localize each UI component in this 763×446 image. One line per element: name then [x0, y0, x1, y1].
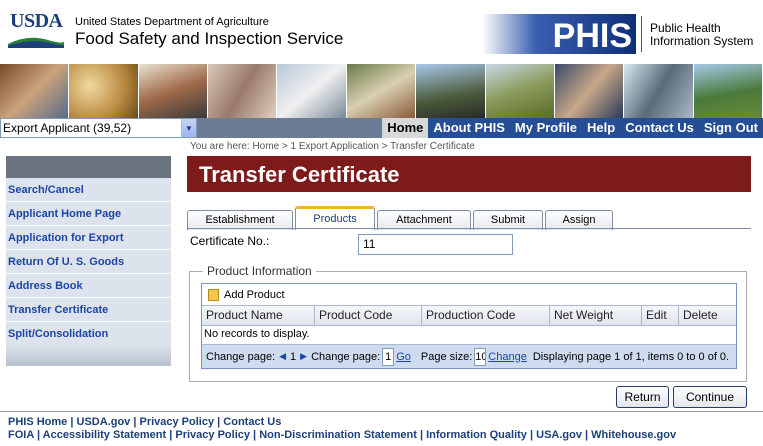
column-header-product-name[interactable]: Product Name — [202, 306, 315, 325]
tab-submit[interactable]: Submit — [473, 210, 543, 230]
banner-photo — [69, 64, 139, 118]
certificate-input[interactable]: 11 — [358, 234, 513, 255]
pager-go-link[interactable]: Go — [396, 351, 411, 363]
breadcrumb: You are here: Home > 1 Export Applicatio… — [190, 141, 475, 152]
sidebar-item-applicant-home[interactable]: Applicant Home Page — [6, 202, 171, 226]
product-grid: Add Product Product Name Product Code Pr… — [201, 283, 737, 369]
footer-links-primary: PHIS Home | USDA.gov | Privacy Policy | … — [8, 416, 282, 428]
certificate-label: Certificate No.: — [190, 234, 270, 248]
sidebar-header — [6, 156, 171, 178]
sidebar-item-address-book[interactable]: Address Book — [6, 274, 171, 298]
nav-signout[interactable]: Sign Out — [699, 118, 763, 138]
usda-logo[interactable]: USDA — [10, 10, 63, 33]
tab-assign[interactable]: Assign — [545, 210, 613, 230]
continue-button[interactable]: Continue — [673, 386, 747, 408]
grid-empty-message: No records to display. — [204, 328, 310, 340]
column-header-edit[interactable]: Edit — [642, 306, 679, 325]
nav-about[interactable]: About PHIS — [428, 118, 510, 138]
nav-row: Export Applicant (39,52) ▼ Home About PH… — [0, 118, 763, 138]
banner-photo — [208, 64, 278, 118]
pager-status: Displaying page 1 of 1, items 0 to 0 of … — [532, 350, 730, 363]
banner-photo — [554, 64, 625, 118]
sidebar-footer — [6, 344, 171, 366]
sidebar-item-search-cancel[interactable]: Search/Cancel — [6, 178, 171, 202]
tab-attachment[interactable]: Attachment — [377, 210, 471, 230]
banner-photo — [416, 64, 486, 118]
chevron-down-icon[interactable]: ▼ — [181, 119, 196, 137]
nav-profile[interactable]: My Profile — [510, 118, 582, 138]
product-info-legend: Product Information — [203, 264, 316, 278]
banner-photo — [485, 64, 555, 118]
footer-link-contact[interactable]: Contact Us — [223, 416, 281, 428]
banner-photo — [138, 64, 209, 118]
footer-link-usa-gov[interactable]: USA.gov — [536, 429, 582, 441]
footer-link-usda[interactable]: USDA.gov — [77, 416, 131, 428]
sidebar-item-transfer-certificate[interactable]: Transfer Certificate — [6, 298, 171, 322]
applicant-select-value: Export Applicant (39,52) — [3, 121, 132, 135]
banner-photo — [0, 64, 70, 118]
footer-link-privacy[interactable]: Privacy Policy — [139, 416, 214, 428]
department-name: United States Department of Agriculture — [75, 16, 269, 28]
column-header-delete[interactable]: Delete — [679, 306, 736, 325]
site-header: USDA United States Department of Agricul… — [0, 0, 763, 64]
banner-photo — [693, 64, 763, 118]
footer-link-privacy-policy[interactable]: Privacy Policy — [175, 429, 250, 441]
pager-prev-icon[interactable]: ◀ — [279, 351, 286, 362]
grid-pager: Change page: ◀ 1 ▶ Change page: 1 Go Pag… — [202, 344, 736, 368]
sidebar-item-application-export[interactable]: Application for Export — [6, 226, 171, 250]
add-product-button[interactable]: Add Product — [224, 289, 285, 301]
grid-header: Product Name Product Code Production Cod… — [202, 305, 736, 326]
column-header-net-weight[interactable]: Net Weight — [550, 306, 642, 325]
main-nav: Home About PHIS My Profile Help Contact … — [197, 118, 763, 138]
pager-next-icon[interactable]: ▶ — [300, 351, 307, 362]
tab-establishment[interactable]: Establishment — [187, 210, 293, 230]
footer-link-whitehouse[interactable]: Whitehouse.gov — [591, 429, 676, 441]
return-button[interactable]: Return — [616, 386, 669, 408]
sidebar-item-return-goods[interactable]: Return Of U. S. Goods — [6, 250, 171, 274]
pager-page-input[interactable]: 1 — [382, 347, 395, 366]
footer-link-accessibility[interactable]: Accessibility Statement — [43, 429, 167, 441]
banner-photo — [346, 64, 417, 118]
pager-page-size-label: Page size: — [420, 350, 473, 363]
sidebar-item-split-consolidation[interactable]: Split/Consolidation — [6, 322, 171, 346]
agency-name: Food Safety and Inspection Service — [75, 29, 344, 48]
footer-link-foia[interactable]: FOIA — [8, 429, 34, 441]
banner-photo — [624, 64, 694, 118]
pager-change-page-label2: Change page: — [311, 350, 381, 363]
phis-name-line2: Information System — [650, 34, 754, 48]
phis-logo[interactable]: PHIS — [482, 14, 636, 54]
pager-change-page-label: Change page: — [206, 350, 276, 363]
footer-link-non-discrimination[interactable]: Non-Discrimination Statement — [259, 429, 417, 441]
pager-page-number[interactable]: 1 — [290, 351, 296, 363]
banner-photo — [277, 64, 347, 118]
phis-logo-text: PHIS — [553, 17, 632, 54]
footer-link-information-quality[interactable]: Information Quality — [426, 429, 527, 441]
photo-banner — [0, 64, 763, 118]
tab-strip: Establishment Products Attachment Submit… — [187, 206, 615, 230]
column-header-production-code[interactable]: Production Code — [422, 306, 550, 325]
grid-toolbar: Add Product — [202, 284, 736, 305]
nav-contact[interactable]: Contact Us — [620, 118, 699, 138]
page-title: Transfer Certificate — [187, 156, 751, 192]
column-header-product-code[interactable]: Product Code — [315, 306, 422, 325]
tab-underline — [187, 228, 751, 229]
phis-full-name: Public Health Information System — [650, 22, 753, 48]
nav-help[interactable]: Help — [582, 118, 620, 138]
tab-products[interactable]: Products — [295, 206, 375, 230]
footer-link-phis-home[interactable]: PHIS Home — [8, 416, 67, 428]
pager-change-link[interactable]: Change — [488, 351, 527, 363]
pager-page-size-input[interactable]: 10 — [474, 347, 487, 366]
main-nav-links: Home About PHIS My Profile Help Contact … — [382, 118, 763, 138]
nav-home[interactable]: Home — [382, 118, 429, 138]
footer-links-secondary: FOIA | Accessibility Statement | Privacy… — [8, 429, 677, 441]
sidebar: Search/Cancel Applicant Home Page Applic… — [6, 156, 171, 366]
applicant-select[interactable]: Export Applicant (39,52) ▼ — [0, 118, 197, 138]
header-divider — [641, 16, 642, 52]
add-document-icon[interactable] — [208, 288, 219, 301]
usda-swoosh-icon — [8, 37, 64, 48]
footer-divider — [0, 411, 763, 412]
